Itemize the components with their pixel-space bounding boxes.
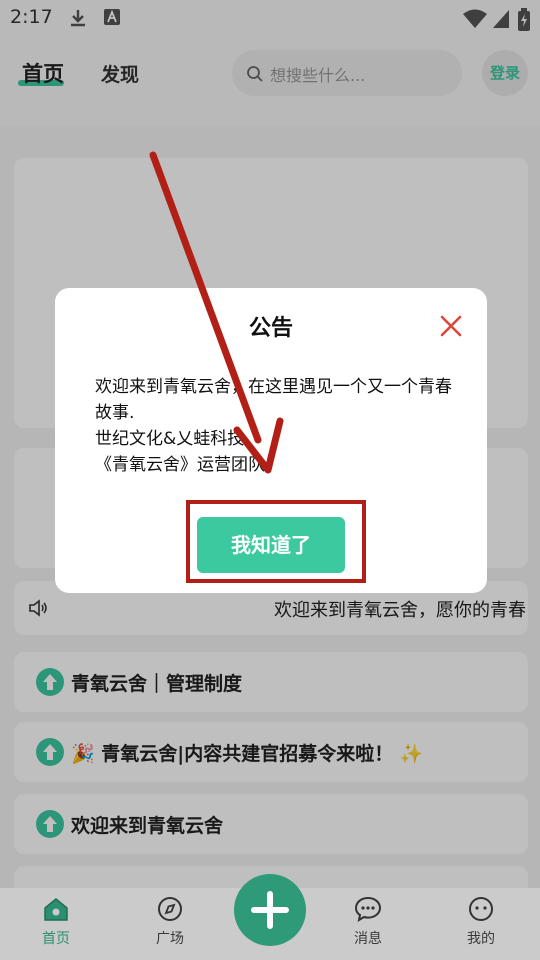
compass-icon: [158, 897, 182, 921]
annotation-highlight-box: [186, 500, 366, 583]
dialog-title: 公告: [248, 316, 293, 341]
tabbar-item-home[interactable]: 首页: [16, 896, 96, 948]
dialog-line: 欢迎来到青氧云舍，在这里遇见一个又一个青春故事.: [95, 377, 452, 423]
tabbar-label-home: 首页: [42, 931, 70, 947]
close-icon[interactable]: [439, 314, 463, 338]
create-post-button[interactable]: [234, 874, 306, 946]
profile-face-icon: [469, 897, 493, 921]
dialog-line: 《青氧云舍》运营团队: [95, 455, 265, 475]
tabbar-label-messages: 消息: [354, 931, 382, 947]
chat-icon: [354, 896, 382, 923]
tabbar-label-mine: 我的: [467, 931, 495, 947]
dialog-line: 世纪文化&乂蛙科技: [95, 429, 245, 449]
plus-icon: [251, 891, 289, 929]
home-icon: [44, 898, 68, 921]
tabbar-item-mine[interactable]: 我的: [441, 896, 521, 948]
tabbar-item-messages[interactable]: 消息: [328, 896, 408, 948]
dialog-body: 欢迎来到青氧云舍，在这里遇见一个又一个青春故事. 世纪文化&乂蛙科技 《青氧云舍…: [95, 374, 455, 478]
tabbar-label-square: 广场: [156, 931, 184, 947]
tabbar-item-square[interactable]: 广场: [130, 896, 210, 948]
